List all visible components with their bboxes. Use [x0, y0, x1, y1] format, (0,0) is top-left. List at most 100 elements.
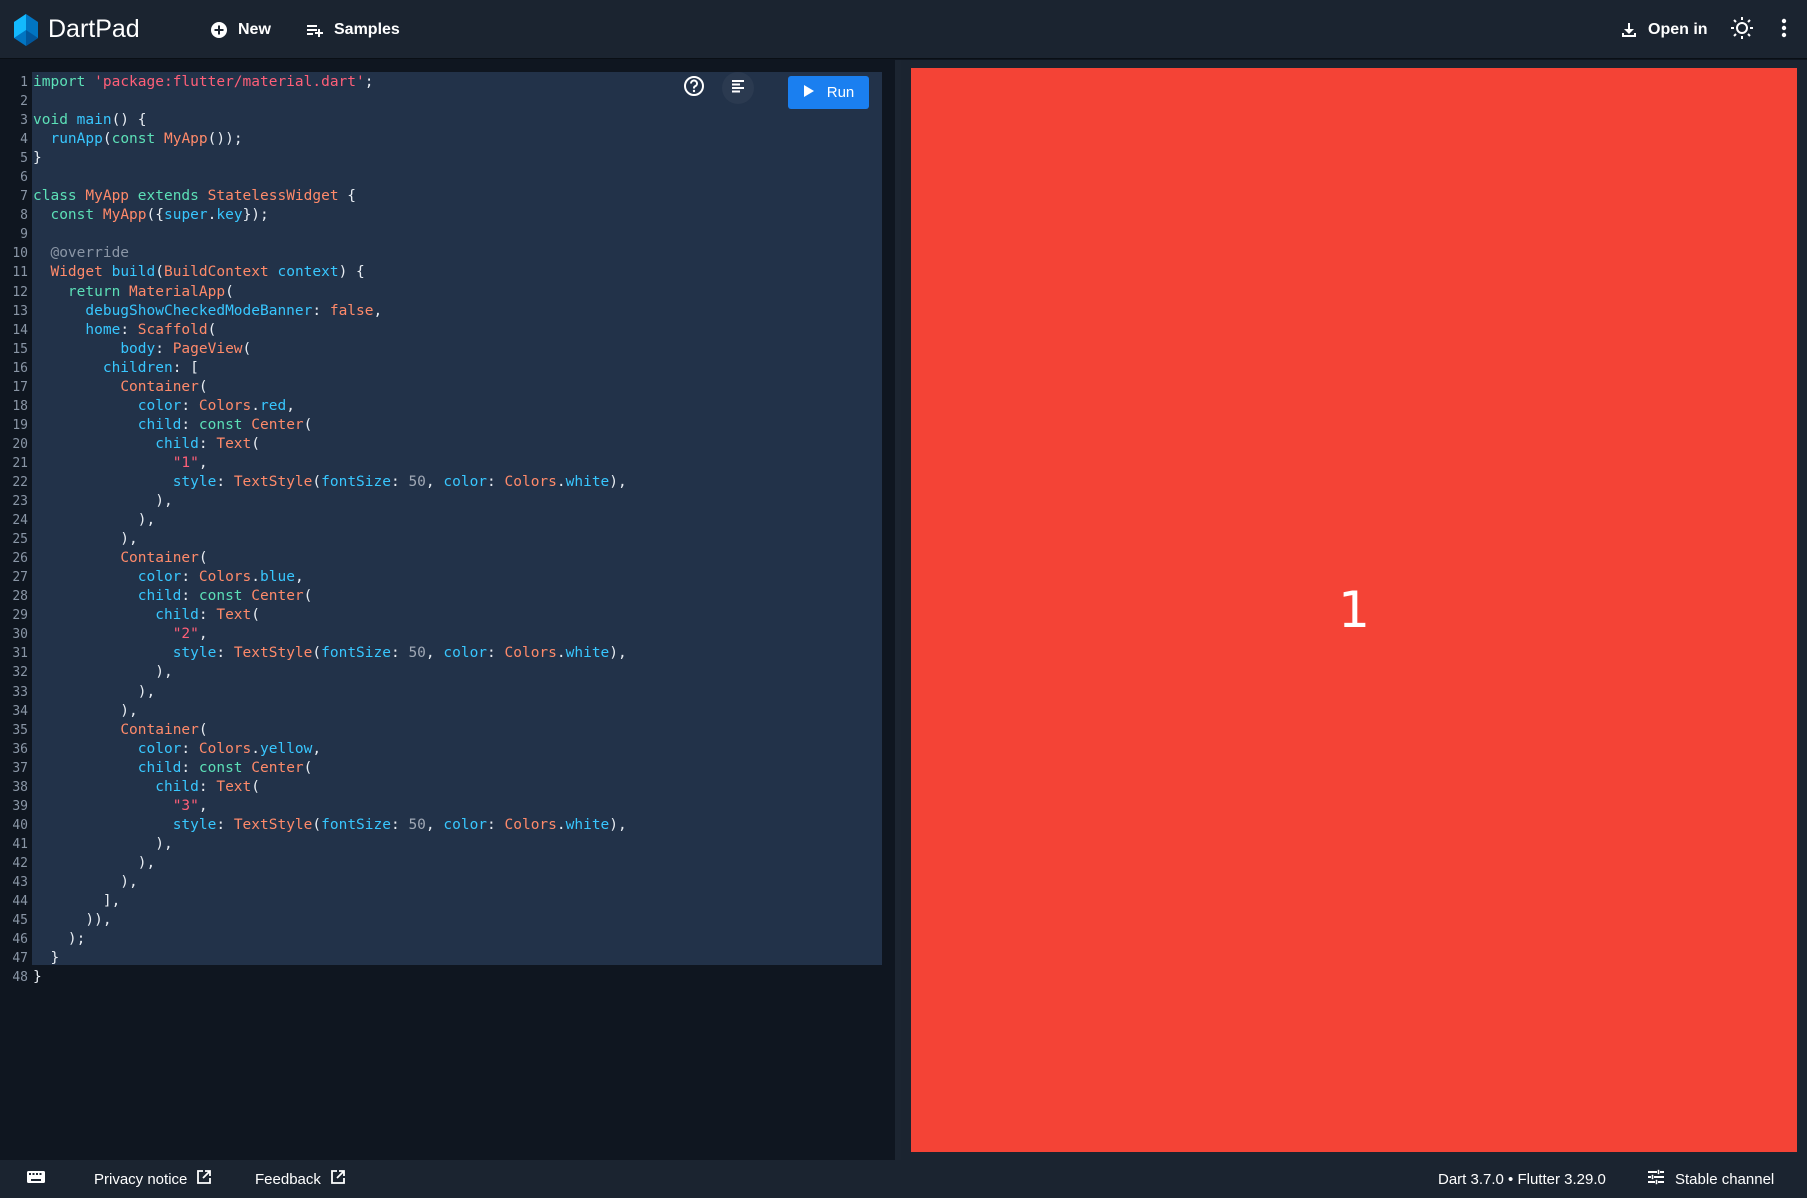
code-line[interactable]: child: Text( — [33, 435, 627, 454]
channel-selector[interactable]: Stable channel — [1647, 1160, 1774, 1198]
code-line[interactable]: debugShowCheckedModeBanner: false, — [33, 302, 627, 321]
samples-button[interactable]: Samples — [306, 16, 400, 44]
app-title: DartPad — [48, 15, 140, 43]
code-line[interactable]: ), — [33, 492, 627, 511]
code-line[interactable]: style: TextStyle(fontSize: 50, color: Co… — [33, 473, 627, 492]
code-line[interactable]: )), — [33, 911, 627, 930]
keyboard-shortcuts-button[interactable] — [26, 1160, 46, 1198]
line-number: 3 — [20, 113, 28, 129]
code-line[interactable]: child: Text( — [33, 778, 627, 797]
line-number: 1 — [20, 75, 28, 90]
code-line[interactable]: ), — [33, 873, 627, 892]
line-number: 27 — [12, 570, 28, 586]
code-line[interactable]: ), — [33, 683, 627, 702]
code-line[interactable]: ), — [33, 702, 627, 721]
line-number: 9 — [20, 227, 28, 243]
format-button[interactable] — [722, 72, 754, 104]
line-number: 23 — [12, 494, 28, 510]
code-line[interactable]: color: Colors.blue, — [33, 568, 627, 587]
more-options-button[interactable] — [1770, 16, 1798, 44]
open-in-label: Open in — [1648, 21, 1708, 38]
code-line[interactable]: style: TextStyle(fontSize: 50, color: Co… — [33, 816, 627, 835]
line-number: 30 — [12, 627, 28, 643]
line-number: 44 — [12, 894, 28, 910]
code-line[interactable]: ), — [33, 854, 627, 873]
code-line[interactable]: ​ — [33, 92, 627, 111]
open-in-button[interactable]: Open in — [1620, 16, 1708, 44]
code-line[interactable]: class MyApp extends StatelessWidget { — [33, 187, 627, 206]
feedback-link[interactable]: Feedback — [255, 1160, 345, 1198]
preview-page-text: 1 — [1338, 581, 1370, 639]
dart-logo-icon — [10, 12, 40, 48]
code-line[interactable]: children: [ — [33, 359, 627, 378]
line-number: 20 — [12, 436, 28, 452]
code-line[interactable]: child: const Center( — [33, 587, 627, 606]
keyboard-icon — [26, 1170, 46, 1188]
code-line[interactable]: ), — [33, 530, 627, 549]
line-number: 14 — [12, 322, 28, 338]
line-number: 41 — [12, 836, 28, 852]
code-line[interactable]: home: Scaffold( — [33, 321, 627, 340]
code-line[interactable]: } — [33, 149, 627, 168]
code-line[interactable]: ), — [33, 511, 627, 530]
line-number: 11 — [12, 265, 28, 281]
code-lines[interactable]: import 'package:flutter/material.dart';​… — [33, 73, 627, 987]
line-number: 35 — [12, 722, 28, 738]
help-button[interactable] — [680, 74, 708, 102]
code-line[interactable]: const MyApp({super.key}); — [33, 206, 627, 225]
line-number: 42 — [12, 855, 28, 871]
code-line[interactable]: "2", — [33, 625, 627, 644]
code-line[interactable]: import 'package:flutter/material.dart'; — [33, 73, 627, 92]
run-button[interactable]: Run — [788, 76, 869, 109]
code-line[interactable]: void main() { — [33, 111, 627, 130]
code-line[interactable]: return MaterialApp( — [33, 283, 627, 302]
code-line[interactable]: style: TextStyle(fontSize: 50, color: Co… — [33, 644, 627, 663]
line-number: 5 — [20, 151, 28, 167]
open-external-icon — [197, 1170, 212, 1188]
line-number: 16 — [12, 360, 28, 376]
more-vert-icon — [1781, 18, 1787, 43]
code-line[interactable]: Container( — [33, 549, 627, 568]
code-line[interactable]: ], — [33, 892, 627, 911]
code-line[interactable]: @override — [33, 244, 627, 263]
code-line[interactable]: runApp(const MyApp()); — [33, 130, 627, 149]
code-line[interactable]: ); — [33, 930, 627, 949]
line-number: 26 — [12, 551, 28, 567]
code-line[interactable]: color: Colors.yellow, — [33, 740, 627, 759]
line-number: 13 — [12, 303, 28, 319]
app-preview[interactable]: 1 — [911, 68, 1797, 1152]
new-button[interactable]: New — [210, 16, 271, 44]
line-number: 18 — [12, 398, 28, 414]
code-line[interactable]: child: const Center( — [33, 759, 627, 778]
code-line[interactable]: color: Colors.red, — [33, 397, 627, 416]
samples-label: Samples — [334, 21, 400, 38]
new-label: New — [238, 21, 271, 38]
code-line[interactable]: Container( — [33, 378, 627, 397]
theme-toggle-button[interactable] — [1728, 16, 1756, 44]
format-align-icon — [730, 78, 746, 99]
code-line[interactable]: child: const Center( — [33, 416, 627, 435]
code-line[interactable]: Container( — [33, 721, 627, 740]
line-number: 28 — [12, 589, 28, 605]
code-line[interactable]: ), — [33, 835, 627, 854]
privacy-notice-link[interactable]: Privacy notice — [94, 1160, 212, 1198]
line-number: 2 — [20, 94, 28, 110]
code-line[interactable]: ​ — [33, 225, 627, 244]
code-editor[interactable]: 1 2 3 4 5 6 7 8 9 10 11 12 13 14 15 16 17 18 19 20 21 22 23 24 2… — [0, 60, 895, 1160]
line-number: 29 — [12, 608, 28, 624]
line-number: 19 — [12, 417, 28, 433]
code-line[interactable]: ​ — [33, 168, 627, 187]
line-number: 10 — [12, 246, 28, 262]
code-line[interactable]: child: Text( — [33, 606, 627, 625]
line-number: 22 — [12, 474, 28, 490]
code-line[interactable]: ), — [33, 663, 627, 682]
code-line[interactable]: } — [33, 949, 627, 968]
open-external-icon — [330, 1170, 345, 1188]
status-bar: Privacy notice Feedback Dart 3.7.0 • Flu… — [0, 1160, 1807, 1198]
code-line[interactable]: } — [33, 968, 627, 987]
code-line[interactable]: Widget build(BuildContext context) { — [33, 263, 627, 282]
code-line[interactable]: body: PageView( — [33, 340, 627, 359]
code-line[interactable]: "3", — [33, 797, 627, 816]
line-number: 36 — [12, 741, 28, 757]
code-line[interactable]: "1", — [33, 454, 627, 473]
